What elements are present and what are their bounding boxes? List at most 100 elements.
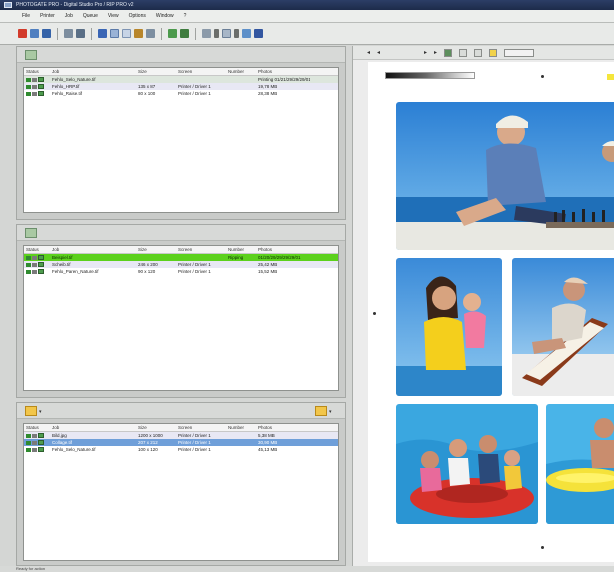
column-number[interactable]: Number bbox=[226, 425, 256, 430]
column-status[interactable]: Status bbox=[24, 247, 50, 252]
play-icon[interactable] bbox=[30, 29, 39, 38]
column-size[interactable]: Size bbox=[136, 247, 176, 252]
column-job[interactable]: Job bbox=[50, 247, 136, 252]
job-name: Collage.tif bbox=[52, 440, 73, 445]
job-size: 135 x 87 bbox=[138, 84, 156, 89]
column-header: Status Job Size Screen Number Photos bbox=[24, 246, 338, 254]
title-bar: PHOTOGATE PRO - Digital Studio Pro / RIP… bbox=[0, 0, 614, 10]
window-icon[interactable] bbox=[110, 29, 119, 38]
mother-and-child-in-yellow-swimsuit-photo[interactable] bbox=[396, 258, 502, 396]
folder-out-icon[interactable] bbox=[315, 406, 327, 416]
column-photos[interactable]: Photos bbox=[256, 69, 310, 74]
column-photos[interactable]: Photos bbox=[256, 247, 310, 252]
next-page-icon[interactable]: ▸ bbox=[424, 49, 427, 56]
job-photos: 5,38 MB bbox=[258, 433, 275, 438]
menu-queue[interactable]: Queue bbox=[83, 13, 98, 19]
rewind-icon[interactable] bbox=[64, 29, 73, 38]
table-row[interactable]: Fehlo_Selo_Nature.tif 100 x 120 Printer … bbox=[24, 446, 338, 453]
job-size: 207 x 212 bbox=[138, 440, 158, 445]
dropdown-icon[interactable] bbox=[234, 29, 239, 38]
zoom-field[interactable] bbox=[504, 48, 535, 57]
rip-icon[interactable] bbox=[25, 228, 37, 238]
job-screen: Printer / Driver 1 bbox=[178, 440, 211, 445]
column-status[interactable]: Status bbox=[24, 425, 50, 430]
view-mode-icon[interactable] bbox=[444, 48, 453, 57]
chevron-down-icon[interactable]: ▾ bbox=[329, 409, 334, 415]
menu-bar: File Printer Job Queue View Options Wind… bbox=[0, 10, 614, 23]
person-icon[interactable] bbox=[98, 29, 107, 38]
refresh-icon[interactable] bbox=[242, 29, 251, 38]
job-size: 80 x 100 bbox=[138, 91, 156, 96]
column-number[interactable]: Number bbox=[226, 247, 256, 252]
prev-page-icon[interactable]: ◂ bbox=[377, 49, 380, 56]
menu-help[interactable]: ? bbox=[184, 13, 187, 19]
table-row[interactable]: Bild.jpg 1200 x 1000 Printer / Driver 1 … bbox=[24, 432, 338, 439]
column-screen[interactable]: Screen bbox=[176, 69, 226, 74]
first-page-icon[interactable]: ◂ bbox=[367, 49, 370, 56]
screen-select-icon[interactable] bbox=[222, 29, 231, 38]
fit-icon[interactable] bbox=[474, 48, 483, 57]
window-title: PHOTOGATE PRO - Digital Studio Pro / RIP… bbox=[16, 2, 134, 8]
job-list[interactable]: Status Job Size Screen Number Photos Bil… bbox=[23, 423, 339, 561]
column-number[interactable]: Number bbox=[226, 69, 256, 74]
zoom-icon[interactable] bbox=[459, 48, 468, 57]
child-with-float-photo[interactable] bbox=[546, 404, 614, 524]
job-name: Bild.jpg bbox=[52, 433, 67, 438]
layout-icon[interactable] bbox=[122, 29, 131, 38]
chevron-down-icon[interactable]: ▾ bbox=[39, 409, 44, 415]
stop-icon[interactable] bbox=[18, 29, 27, 38]
column-status[interactable]: Status bbox=[24, 69, 50, 74]
menu-window[interactable]: Window bbox=[156, 13, 174, 19]
family-on-inflatable-ring-photo[interactable] bbox=[396, 404, 538, 524]
menu-printer[interactable]: Printer bbox=[40, 13, 55, 19]
job-size: 90 x 120 bbox=[138, 269, 156, 274]
column-screen[interactable]: Screen bbox=[176, 425, 226, 430]
menu-view[interactable]: View bbox=[108, 13, 119, 19]
toolbar-separator bbox=[57, 27, 58, 40]
column-size[interactable]: Size bbox=[136, 69, 176, 74]
last-page-icon[interactable]: ▸ bbox=[434, 49, 437, 56]
toolbar bbox=[0, 23, 614, 45]
column-photos[interactable]: Photos bbox=[256, 425, 310, 430]
job-screen: Printer / Driver 1 bbox=[178, 433, 211, 438]
print-queue-header bbox=[17, 47, 345, 63]
screen-icon[interactable] bbox=[180, 29, 189, 38]
job-name: Fehlo_Selo_Nature.tif bbox=[52, 77, 96, 82]
menu-options[interactable]: Options bbox=[129, 13, 146, 19]
table-row[interactable]: Fehlo_HRP.tif 135 x 87 Printer / Driver … bbox=[24, 83, 338, 90]
ruler-icon[interactable] bbox=[489, 48, 498, 57]
woman-in-deck-chair-photo[interactable] bbox=[512, 258, 614, 396]
column-screen[interactable]: Screen bbox=[176, 247, 226, 252]
settings-icon[interactable] bbox=[168, 29, 177, 38]
help-icon[interactable] bbox=[254, 29, 263, 38]
page-preview[interactable] bbox=[368, 62, 614, 562]
table-row[interactable]: Beispiel.tif Ripping 01/20/29/29/29/29/0… bbox=[24, 254, 338, 261]
man-playing-chess-by-pool-photo[interactable] bbox=[396, 102, 614, 250]
menu-file[interactable]: File bbox=[22, 13, 30, 19]
print-queue-list[interactable]: Status Job Size Screen Number Photos Feh… bbox=[23, 67, 339, 213]
column-job[interactable]: Job bbox=[50, 69, 136, 74]
table-row[interactable]: Fehlo_Paren_Nature.tif 90 x 120 Printer … bbox=[24, 268, 338, 275]
table-row-selected[interactable]: Collage.tif 207 x 212 Printer / Driver 1… bbox=[24, 439, 338, 446]
rip-queue-list[interactable]: Status Job Size Screen Number Photos Bei… bbox=[23, 245, 339, 391]
job-photos: 01/20/29/29/29/29/01 bbox=[258, 255, 301, 260]
pause-icon[interactable] bbox=[42, 29, 51, 38]
forward-icon[interactable] bbox=[76, 29, 85, 38]
toolbar-separator bbox=[91, 27, 92, 40]
print-icon[interactable] bbox=[146, 29, 155, 38]
table-row[interactable]: Fehlo_Raise.tif 80 x 100 Printer / Drive… bbox=[24, 90, 338, 97]
image-icon[interactable] bbox=[202, 29, 211, 38]
column-size[interactable]: Size bbox=[136, 425, 176, 430]
column-job[interactable]: Job bbox=[50, 425, 136, 430]
film-icon[interactable] bbox=[134, 29, 143, 38]
table-row[interactable]: Scheib.tif 246 x 200 Printer / Driver 1 … bbox=[24, 261, 338, 268]
printer-icon[interactable] bbox=[25, 50, 37, 60]
menu-job[interactable]: Job bbox=[65, 13, 73, 19]
registration-mark bbox=[541, 75, 544, 78]
folder-icon[interactable] bbox=[25, 406, 37, 416]
dropdown-icon[interactable] bbox=[214, 29, 219, 38]
photo-graphic bbox=[546, 404, 614, 524]
table-row[interactable]: Fehlo_Selo_Nature.tif Printing 01/21/29/… bbox=[24, 76, 338, 83]
job-photos: 30,90 MB bbox=[258, 440, 278, 445]
yellow-swatch bbox=[607, 74, 614, 80]
